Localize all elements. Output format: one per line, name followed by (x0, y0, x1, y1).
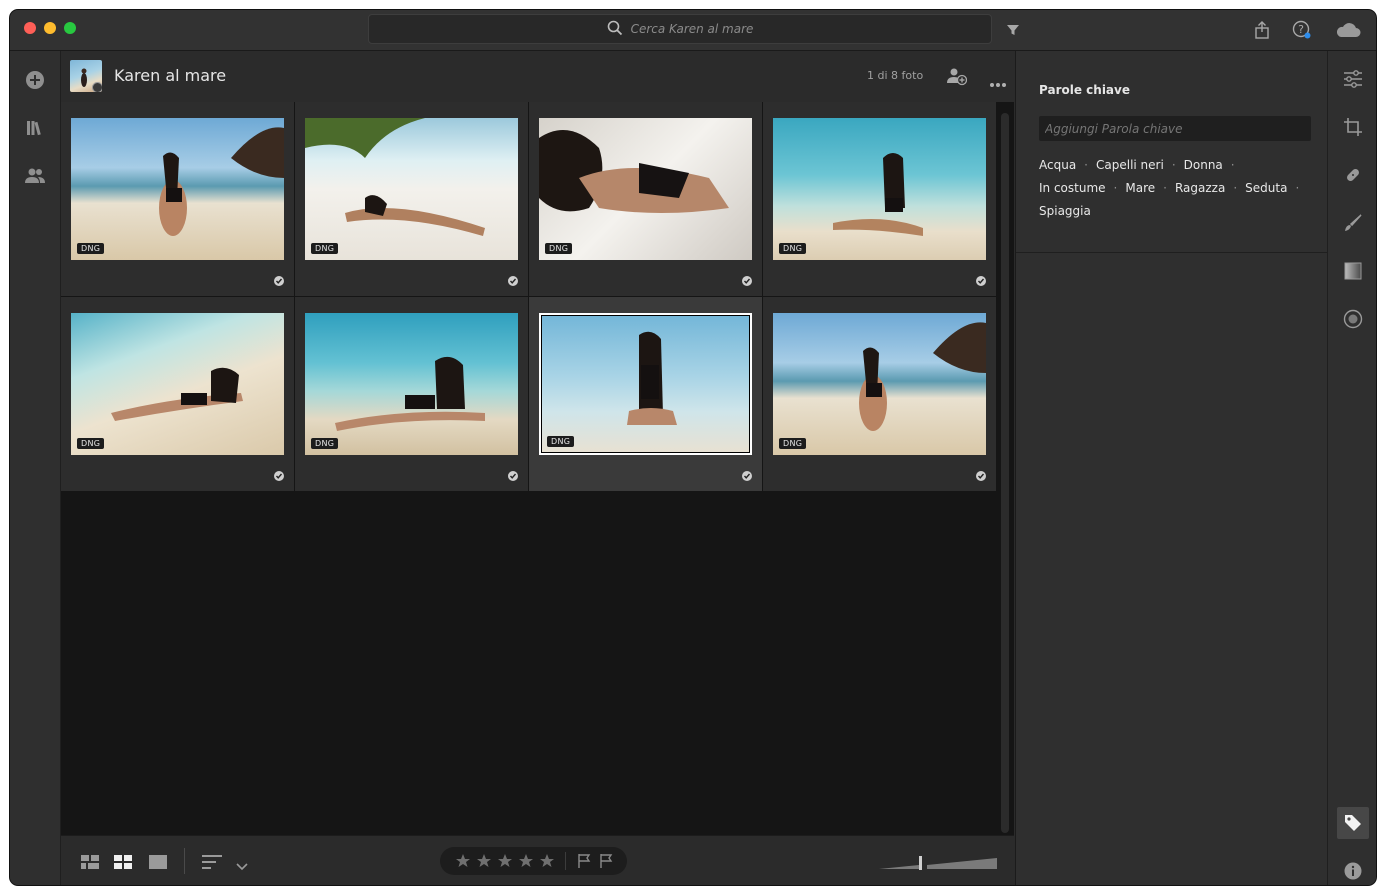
close-window-button[interactable] (24, 22, 36, 34)
keyword-separator: · (1230, 158, 1235, 172)
photo-thumbnail[interactable]: DNG (773, 313, 986, 455)
album-title: Karen al mare (114, 66, 227, 85)
left-sidebar (10, 51, 61, 885)
minimize-window-button[interactable] (44, 22, 56, 34)
zoom-window-button[interactable] (64, 22, 76, 34)
thumbnail-size-slider[interactable] (879, 854, 997, 874)
photo-cell-selected[interactable]: DNG (529, 297, 762, 491)
keyword-tag[interactable]: Acqua (1039, 158, 1076, 172)
dng-badge: DNG (77, 438, 105, 449)
add-keyword-input[interactable] (1039, 116, 1311, 141)
keyword-tag[interactable]: Ragazza (1175, 181, 1225, 195)
add-person-icon[interactable] (947, 66, 968, 86)
keyword-separator: · (1163, 181, 1167, 195)
dng-badge: DNG (547, 436, 575, 447)
title-bar: Cerca Karen al mare ? (10, 10, 1376, 51)
photo-thumbnail[interactable]: DNG (773, 118, 986, 260)
keyword-separator: · (1233, 181, 1238, 195)
photo-count: 1 di 8 foto (867, 69, 924, 82)
photo-thumbnail[interactable]: DNG (71, 118, 284, 260)
photo-grid-area: Karen al mare 1 di 8 foto DNG DNG DNG DN… (61, 51, 1014, 885)
photo-thumbnail-selected[interactable]: DNG (539, 313, 752, 455)
check-icon (976, 276, 986, 286)
album-cover-thumbnail[interactable] (70, 60, 102, 92)
more-options-icon[interactable] (989, 73, 1007, 87)
panel-divider (1016, 252, 1327, 253)
bottom-toolbar (61, 835, 1014, 885)
grid-scrollbar[interactable] (1001, 113, 1009, 833)
photo-thumbnail[interactable]: DNG (305, 313, 518, 455)
library-icon[interactable] (24, 117, 46, 139)
keyword-tag[interactable]: Capelli neri (1096, 158, 1164, 172)
add-photos-icon[interactable] (24, 69, 46, 91)
album-sync-icon (92, 82, 102, 92)
keywords-panel: Parole chiave Acqua · Capelli neri · Donna · … (1015, 51, 1327, 885)
people-icon[interactable] (24, 165, 46, 187)
keyword-separator: · (1295, 181, 1300, 195)
search-icon (607, 20, 623, 39)
photo-thumbnail[interactable]: DNG (305, 118, 518, 260)
keyword-separator: · (1171, 158, 1176, 172)
filter-icon[interactable] (1003, 20, 1023, 40)
keyword-separator: · (1084, 158, 1088, 172)
dng-badge: DNG (545, 243, 573, 254)
photo-thumbnail[interactable]: DNG (71, 313, 284, 455)
check-icon (976, 471, 986, 481)
grid-view-icon[interactable] (114, 854, 132, 873)
sort-icon[interactable] (202, 854, 222, 873)
photo-cell[interactable]: DNG (61, 297, 294, 491)
keyword-separator: · (1113, 181, 1118, 195)
detail-view-icon[interactable] (149, 854, 167, 873)
search-field[interactable]: Cerca Karen al mare (368, 14, 992, 44)
chevron-down-icon[interactable] (236, 856, 248, 875)
svg-text:?: ? (1298, 23, 1304, 36)
keyword-tag[interactable]: Spiaggia (1039, 204, 1091, 218)
share-icon[interactable] (1252, 20, 1272, 40)
brush-icon[interactable] (1341, 211, 1365, 235)
photo-cell[interactable]: DNG (763, 102, 996, 296)
check-icon (274, 276, 284, 286)
keyword-tag[interactable]: Donna (1184, 158, 1223, 172)
dng-badge: DNG (77, 243, 105, 254)
square-grid-view-icon[interactable] (81, 854, 99, 873)
album-header: Karen al mare 1 di 8 foto (61, 51, 1014, 102)
toolbar-divider (184, 848, 185, 874)
keywords-panel-title: Parole chiave (1039, 83, 1130, 97)
photo-cell[interactable]: DNG (529, 102, 762, 296)
dng-badge: DNG (311, 243, 339, 254)
check-icon (274, 471, 284, 481)
dng-badge: DNG (311, 438, 339, 449)
dng-badge: DNG (779, 438, 807, 449)
linear-gradient-icon[interactable] (1341, 259, 1365, 283)
info-icon[interactable] (1341, 859, 1365, 883)
check-icon (508, 471, 518, 481)
keyword-tag[interactable]: In costume (1039, 181, 1106, 195)
keyword-list: Acqua · Capelli neri · Donna · In costume · Mar… (1039, 153, 1314, 222)
rating-flag-filter (440, 847, 627, 875)
check-icon (742, 276, 752, 286)
check-icon (742, 471, 752, 481)
photo-grid: DNG DNG DNG DNG DNG DNG DNG DNG (61, 102, 998, 491)
search-placeholder: Cerca Karen al mare (630, 22, 754, 36)
photo-cell[interactable]: DNG (295, 102, 528, 296)
help-icon[interactable]: ? (1292, 20, 1312, 40)
check-icon (508, 276, 518, 286)
keyword-tag[interactable]: Seduta (1245, 181, 1287, 195)
keyword-tag[interactable]: Mare (1125, 181, 1155, 195)
edit-sliders-icon[interactable] (1341, 67, 1365, 91)
cloud-icon[interactable] (1334, 20, 1362, 40)
app-window: Cerca Karen al mare ? Karen al mare 1 di… (10, 10, 1376, 885)
dng-badge: DNG (779, 243, 807, 254)
healing-bandage-icon[interactable] (1341, 163, 1365, 187)
crop-icon[interactable] (1341, 115, 1365, 139)
photo-thumbnail[interactable]: DNG (539, 118, 752, 260)
photo-cell[interactable]: DNG (61, 102, 294, 296)
keywords-tag-icon[interactable] (1337, 807, 1369, 839)
right-tool-rail (1327, 51, 1376, 885)
photo-cell[interactable]: DNG (295, 297, 528, 491)
photo-cell[interactable]: DNG (763, 297, 996, 491)
radial-gradient-icon[interactable] (1341, 307, 1365, 331)
